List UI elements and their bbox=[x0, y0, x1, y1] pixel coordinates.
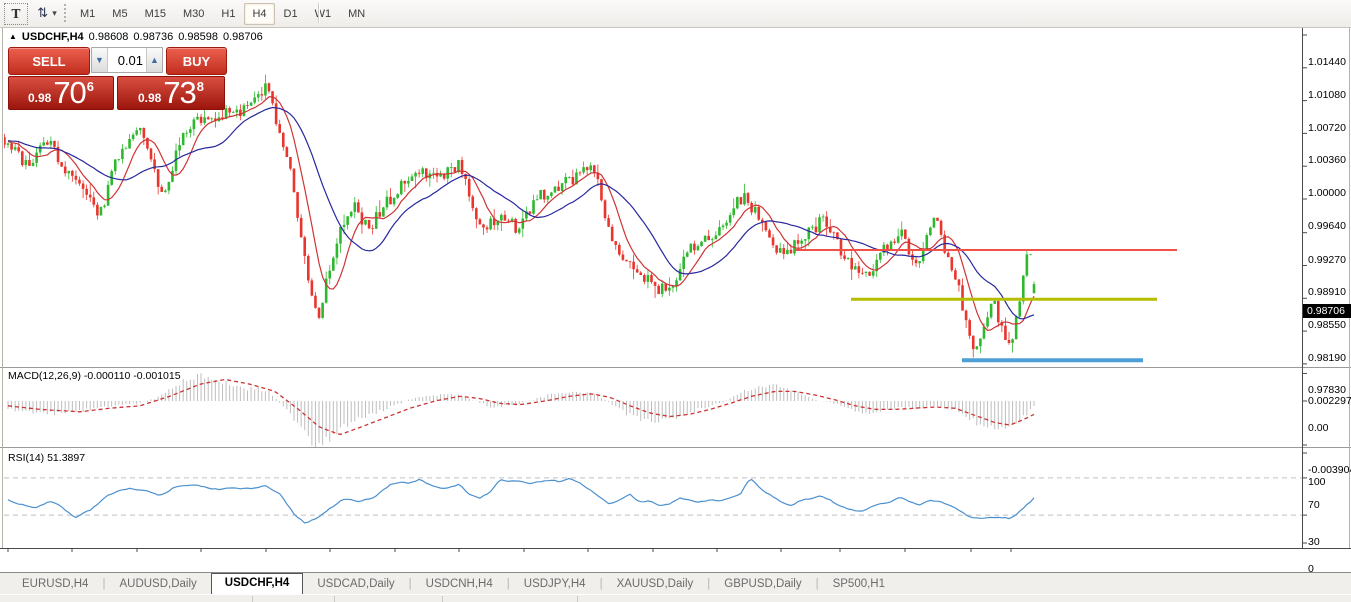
price-axis-label: 0.98190 bbox=[1308, 352, 1346, 364]
chart-title: ▲ USDCHF,H4 0.98608 0.98736 0.98598 0.98… bbox=[9, 31, 263, 43]
volume-input[interactable] bbox=[108, 48, 146, 72]
rsi-label: RSI(14) 51.3897 bbox=[8, 452, 85, 464]
volume-spinner: ▼ ▲ bbox=[91, 47, 163, 73]
timeframe-h4[interactable]: H4 bbox=[244, 3, 274, 25]
buy-price-sup: 8 bbox=[197, 79, 204, 94]
tab-usdcad-daily[interactable]: USDCAD,Daily bbox=[303, 575, 408, 594]
pointer-tool-button[interactable]: ⇅ ▾ bbox=[32, 3, 62, 23]
sell-price-panel[interactable]: 0.98 70 6 bbox=[8, 76, 114, 110]
volume-decrease-button[interactable]: ▼ bbox=[92, 48, 108, 72]
top-toolbar: T ⇅ ▾ M1M5M15M30H1H4D1W1MN bbox=[0, 0, 1351, 28]
macd-axis-label: 0.002297 bbox=[1308, 395, 1351, 407]
price-axis-label: 1.00000 bbox=[1308, 187, 1346, 199]
tab-usdchf-h4[interactable]: USDCHF,H4 bbox=[211, 573, 304, 594]
chart-symbol: USDCHF,H4 bbox=[22, 31, 84, 43]
macd-axis-label: -0.003904 bbox=[1308, 464, 1351, 476]
timeframe-toolbar: M1M5M15M30H1H4D1W1MN bbox=[72, 3, 374, 25]
status-bar-divider bbox=[252, 596, 253, 602]
price-axis-label: 1.01080 bbox=[1308, 89, 1346, 101]
buy-button[interactable]: BUY bbox=[166, 47, 227, 75]
text-tool-button[interactable]: T bbox=[4, 3, 28, 25]
ohlc-open: 0.98608 bbox=[89, 31, 129, 43]
tab-sp500-h1[interactable]: SP500,H1 bbox=[819, 575, 899, 594]
current-price-tag: 0.98706 bbox=[1303, 304, 1351, 318]
tab-gbpusd-daily[interactable]: GBPUSD,Daily bbox=[710, 575, 815, 594]
volume-increase-button[interactable]: ▲ bbox=[146, 48, 162, 72]
text-tool-icon: T bbox=[12, 7, 21, 21]
buy-price-prefix: 0.98 bbox=[138, 91, 161, 105]
tab-audusd-daily[interactable]: AUDUSD,Daily bbox=[105, 575, 210, 594]
ohlc-high: 0.98736 bbox=[133, 31, 173, 43]
price-axis-label: 1.01440 bbox=[1308, 56, 1346, 68]
buy-price-panel[interactable]: 0.98 73 8 bbox=[117, 76, 225, 110]
sell-price-big: 70 bbox=[53, 75, 85, 111]
status-bar-divider bbox=[334, 596, 335, 602]
mt4-window: T ⇅ ▾ M1M5M15M30H1H4D1W1MN ▲ USDCHF,H4 0… bbox=[0, 0, 1351, 602]
buy-price-big: 73 bbox=[163, 75, 195, 111]
status-bar bbox=[0, 594, 1351, 602]
pointer-tool-icon: ⇅ bbox=[37, 5, 48, 21]
tab-usdjpy-h4[interactable]: USDJPY,H4 bbox=[510, 575, 600, 594]
rsi-axis-label: 70 bbox=[1308, 499, 1320, 511]
price-axis-label: 0.99640 bbox=[1308, 220, 1346, 232]
collapse-triangle-icon[interactable]: ▲ bbox=[9, 32, 17, 41]
ohlc-close: 0.98706 bbox=[223, 31, 263, 43]
price-axis-label: 1.00360 bbox=[1308, 154, 1346, 166]
price-axis-label: 0.99270 bbox=[1308, 254, 1346, 266]
tab-usdcnh-h4[interactable]: USDCNH,H4 bbox=[412, 575, 507, 594]
status-bar-divider bbox=[442, 596, 443, 602]
status-bar-divider bbox=[577, 596, 578, 602]
timeframe-m5[interactable]: M5 bbox=[104, 3, 135, 25]
timeframe-m15[interactable]: M15 bbox=[137, 3, 174, 25]
macd-axis-label: 0.00 bbox=[1308, 422, 1328, 434]
price-axis-label: 0.98910 bbox=[1308, 286, 1346, 298]
rsi-axis-label: 30 bbox=[1308, 536, 1320, 548]
sell-price-sup: 6 bbox=[87, 79, 94, 94]
one-click-trading-panel: SELL ▼ ▲ BUY 0.98 70 6 0.98 73 8 bbox=[8, 47, 225, 111]
sell-button[interactable]: SELL bbox=[8, 47, 90, 75]
rsi-axis-label: 100 bbox=[1308, 476, 1326, 488]
chart-tab-bar: EURUSD,H4|AUDUSD,DailyUSDCHF,H4USDCAD,Da… bbox=[0, 573, 1351, 594]
price-axis-label: 1.00720 bbox=[1308, 122, 1346, 134]
ohlc-low: 0.98598 bbox=[178, 31, 218, 43]
macd-label: MACD(12,26,9) -0.000110 -0.001015 bbox=[8, 370, 181, 382]
price-axis-label: 0.98550 bbox=[1308, 319, 1346, 331]
timeframe-m30[interactable]: M30 bbox=[175, 3, 212, 25]
toolbar-separator bbox=[318, 3, 319, 23]
timeframe-w1[interactable]: W1 bbox=[307, 3, 340, 25]
chart-window: ▲ USDCHF,H4 0.98608 0.98736 0.98598 0.98… bbox=[0, 27, 1351, 574]
tab-xauusd-daily[interactable]: XAUUSD,Daily bbox=[603, 575, 708, 594]
tab-eurusd-h4[interactable]: EURUSD,H4 bbox=[8, 575, 102, 594]
sell-price-prefix: 0.98 bbox=[28, 91, 51, 105]
timeframe-h1[interactable]: H1 bbox=[213, 3, 243, 25]
timeframe-d1[interactable]: D1 bbox=[276, 3, 306, 25]
timeframe-m1[interactable]: M1 bbox=[72, 3, 103, 25]
chevron-down-icon: ▾ bbox=[52, 8, 57, 19]
toolbar-grip[interactable] bbox=[64, 4, 66, 22]
timeframe-mn[interactable]: MN bbox=[340, 3, 373, 25]
